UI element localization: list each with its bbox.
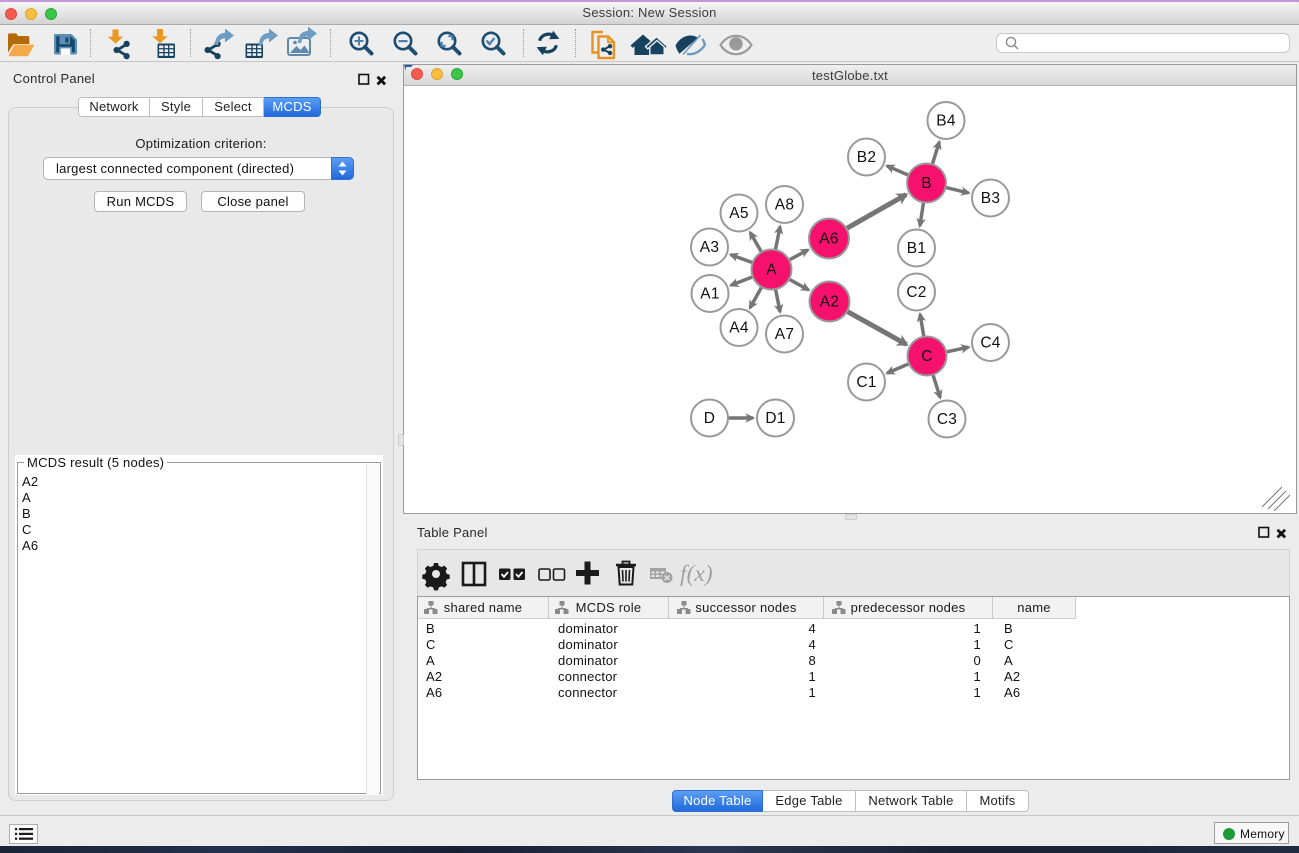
svg-text:A5: A5 — [729, 205, 748, 222]
svg-text:A1: A1 — [700, 286, 719, 303]
svg-text:C2: C2 — [906, 284, 926, 301]
svg-text:C4: C4 — [980, 335, 1000, 352]
svg-text:C1: C1 — [856, 374, 876, 391]
svg-text:A4: A4 — [729, 320, 749, 337]
svg-text:A: A — [766, 262, 777, 279]
svg-text:C: C — [921, 348, 932, 365]
svg-text:C3: C3 — [937, 411, 957, 428]
svg-text:B1: B1 — [907, 240, 926, 257]
svg-text:B4: B4 — [936, 113, 956, 130]
svg-text:A3: A3 — [700, 239, 719, 256]
svg-text:B3: B3 — [981, 190, 1000, 207]
svg-text:B2: B2 — [857, 149, 876, 166]
svg-text:A2: A2 — [820, 294, 839, 311]
svg-text:A6: A6 — [819, 231, 838, 248]
svg-text:f(x): f(x) — [680, 561, 713, 586]
svg-text:B: B — [921, 175, 932, 192]
svg-text:A8: A8 — [775, 197, 794, 214]
svg-text:D: D — [704, 410, 715, 427]
svg-text:A7: A7 — [775, 326, 794, 343]
svg-text:D1: D1 — [765, 410, 785, 427]
